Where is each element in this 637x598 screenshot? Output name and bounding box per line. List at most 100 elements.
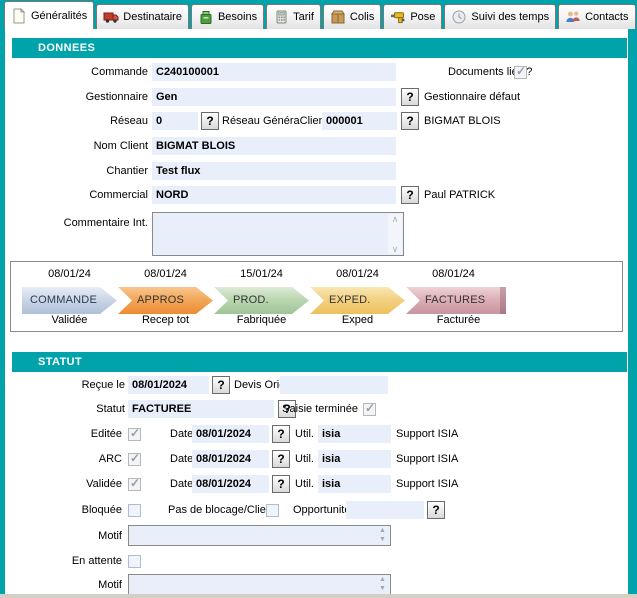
tab-generalites[interactable]: Généralités [4, 1, 94, 29]
arrow-end-shadow [500, 287, 506, 314]
step-status: Exped [310, 314, 405, 326]
drill-icon [390, 9, 406, 25]
motif2-label: Motif [10, 576, 122, 594]
bloquee-label: Bloquée [10, 501, 122, 519]
saisie-terminee-label: Saisie terminée [270, 400, 358, 418]
en-attente-checkbox[interactable] [128, 555, 141, 568]
tab-label: Suivi des temps [471, 11, 549, 23]
recue-le-help-button[interactable]: ? [212, 376, 230, 394]
commercial-help-button[interactable]: ? [401, 186, 419, 204]
chantier-label: Chantier [20, 162, 148, 180]
gestionnaire-label: Gestionnaire [20, 88, 148, 106]
commercial-field[interactable] [152, 186, 396, 204]
commande-label: Commande [20, 63, 148, 81]
client-name-text: BIGMAT BLOIS [424, 112, 501, 130]
tab-contacts[interactable]: Contacts [558, 4, 635, 29]
commentaire-label: Commentaire Int. [20, 214, 148, 232]
devis-orig-field[interactable] [280, 376, 388, 394]
tab-colis[interactable]: Colis [323, 4, 381, 29]
editee-date-field[interactable] [192, 425, 269, 443]
workflow-arrow-prod: PROD. [214, 287, 309, 314]
spinner-down-icon[interactable]: ▼ [379, 536, 386, 544]
recue-le-label: Reçue le [10, 376, 125, 394]
tab-bar: Généralités Destinataire Besoins Tarif C… [0, 0, 637, 29]
reseau-general-label: Réseau GénéraClient [222, 112, 328, 130]
reseau-help-button[interactable]: ? [201, 112, 219, 130]
util-label: Util. [295, 450, 314, 468]
tab-label: Besoins [218, 11, 257, 23]
commande-field[interactable] [152, 63, 396, 81]
workflow-arrow-commande: COMMANDE [22, 287, 117, 314]
tab-tarif[interactable]: Tarif [266, 4, 321, 29]
statut-section-header: STATUT [12, 352, 627, 372]
tab-label: Généralités [31, 10, 87, 22]
commentaire-field[interactable] [152, 212, 404, 256]
supplies-icon [198, 9, 214, 25]
client-field[interactable] [322, 112, 397, 130]
workflow-arrow-exped: EXPED. [310, 287, 405, 314]
gestionnaire-field[interactable] [152, 88, 396, 106]
pas-blocage-label: Pas de blocage/Client [168, 501, 275, 519]
util-label: Util. [295, 475, 314, 493]
step-status: Recep tot [118, 314, 213, 326]
arc-date-field[interactable] [192, 450, 269, 468]
tab-suivi-des-temps[interactable]: Suivi des temps [444, 4, 556, 29]
nom-client-field[interactable] [152, 137, 396, 155]
motif-field[interactable] [128, 525, 391, 546]
util-name-text: Support ISIA [396, 425, 458, 443]
arc-checkbox [128, 453, 141, 466]
reseau-label: Réseau [20, 112, 148, 130]
commercial-label: Commercial [20, 186, 148, 204]
editee-date-help-button[interactable]: ? [272, 425, 290, 443]
gestionnaire-help-button[interactable]: ? [401, 88, 419, 106]
editee-util-field[interactable] [318, 425, 391, 443]
truck-icon [103, 9, 119, 25]
validee-date-field[interactable] [192, 475, 269, 493]
opportunite-help-button[interactable]: ? [427, 501, 445, 519]
opportunite-field[interactable] [346, 501, 424, 519]
validee-util-field[interactable] [318, 475, 391, 493]
workflow-arrow-appros: APPROS [118, 287, 213, 314]
chantier-field[interactable] [152, 162, 396, 180]
spinner-up-icon[interactable]: ▲ [379, 576, 386, 584]
util-label: Util. [295, 425, 314, 443]
step-status: Fabriquée [214, 314, 309, 326]
spinner-down-icon[interactable]: ▼ [379, 585, 386, 593]
spinner-up-icon[interactable]: ▲ [379, 527, 386, 535]
date-label: Date [170, 450, 193, 468]
step-status: Facturée [411, 314, 506, 326]
arc-util-field[interactable] [318, 450, 391, 468]
reseau-field[interactable] [152, 112, 198, 130]
clock-icon [451, 9, 467, 25]
validee-date-help-button[interactable]: ? [272, 475, 290, 493]
statut-field[interactable] [128, 400, 274, 418]
statut-label: Statut [10, 400, 125, 418]
util-name-text: Support ISIA [396, 475, 458, 493]
bloquee-checkbox[interactable] [128, 504, 141, 517]
window-bottom-edge [0, 594, 637, 598]
tab-besoins[interactable]: Besoins [191, 4, 264, 29]
pas-blocage-checkbox[interactable] [266, 504, 279, 517]
validee-checkbox [128, 478, 141, 491]
tab-destinataire[interactable]: Destinataire [96, 4, 189, 29]
motif2-spinner[interactable]: ▲▼ [377, 576, 388, 593]
nom-client-label: Nom Client [20, 137, 148, 155]
commentaire-scrollbar[interactable]: ∧∨ [388, 214, 402, 254]
tab-label: Tarif [293, 11, 314, 23]
client-help-button[interactable]: ? [401, 112, 419, 130]
step-date: 08/01/24 [22, 268, 117, 280]
editee-label: Editée [10, 425, 122, 443]
tab-pose[interactable]: Pose [383, 4, 442, 29]
arc-date-help-button[interactable]: ? [272, 450, 290, 468]
tab-label: Destinataire [123, 11, 182, 23]
tab-label: Pose [410, 11, 435, 23]
editee-checkbox [128, 428, 141, 441]
step-status: Validée [22, 314, 117, 326]
motif2-field[interactable] [128, 574, 391, 595]
recue-le-field[interactable] [128, 376, 209, 394]
motif-spinner[interactable]: ▲▼ [377, 527, 388, 544]
step-date: 08/01/24 [406, 268, 501, 280]
donnees-section-header: DONNEES [12, 38, 627, 58]
scroll-down-icon[interactable]: ∨ [392, 244, 399, 254]
scroll-up-icon[interactable]: ∧ [392, 214, 399, 224]
